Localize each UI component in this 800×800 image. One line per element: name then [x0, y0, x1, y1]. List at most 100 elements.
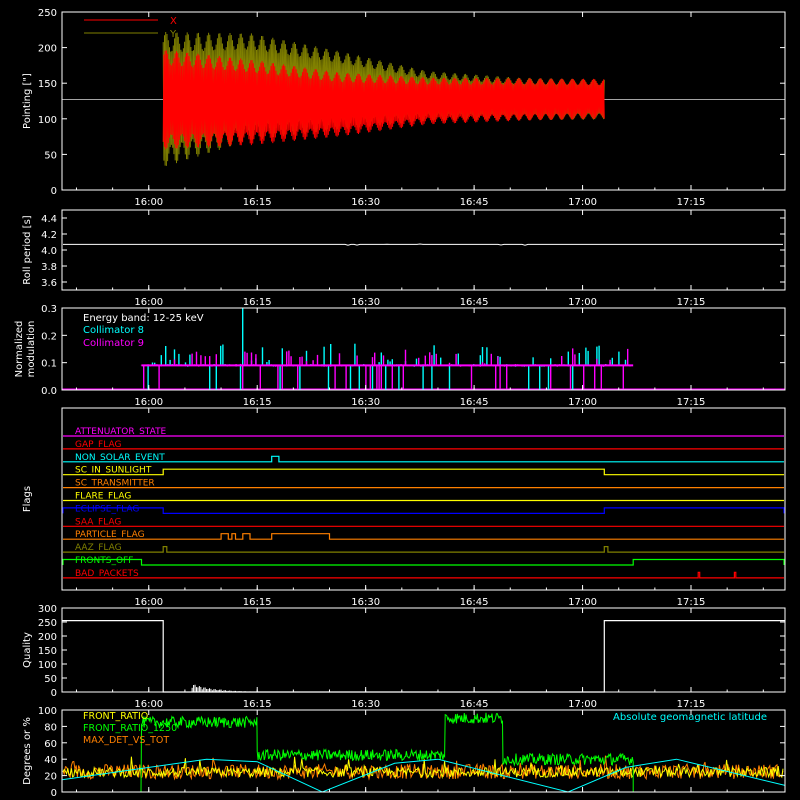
y-tick-label: 0 — [51, 788, 57, 799]
x-tick-label: 16:00 — [134, 597, 163, 608]
y-tick-label: 300 — [38, 604, 57, 615]
x-tick-label: 16:15 — [243, 197, 272, 208]
y-tick-label: 4.4 — [41, 214, 57, 225]
y-tick-label: 0 — [51, 688, 57, 699]
y-tick-label: 100 — [38, 706, 57, 717]
y-axis-label: Flags — [22, 486, 33, 512]
y-tick-label: 50 — [44, 150, 57, 161]
x-tick-label: 17:15 — [677, 297, 706, 308]
y-tick-label: 150 — [38, 646, 57, 657]
pointing-panel: XY 16:00 16:15 16:30 16:45 17:00 17:15 0 50 100 15… — [22, 8, 786, 208]
x-tick-label: 16:30 — [351, 397, 380, 408]
y-axis-label: Quality — [22, 632, 33, 668]
flag-label: SC_TRANSMITTER — [75, 479, 155, 489]
x-tick-label: 16:30 — [351, 297, 380, 308]
flag-trace-particle_flag — [63, 533, 784, 540]
y-axis-label: Degrees or % — [22, 717, 33, 785]
x-tick-label: 16:45 — [460, 197, 489, 208]
y-tick-label: 100 — [38, 660, 57, 671]
legend-label: FRONT_RATIO — [83, 711, 148, 722]
collimator-8-bars — [140, 308, 633, 390]
x-tick-label: 16:00 — [134, 297, 163, 308]
flag-trace-fronts_off — [62, 558, 785, 566]
flags-panel: ATTENUATOR_STATE GAP_FLAG NON_SOLAR_EVENT S… — [22, 407, 786, 608]
x-tick-label: 16:45 — [460, 699, 489, 710]
latitude-annotation: Absolute geomagnetic latitude — [613, 712, 767, 723]
x-tick-label: 16:15 — [243, 397, 272, 408]
flag-label: FRONTS_OFF — [75, 556, 133, 566]
quality-panel: 16:00 16:15 16:30 16:45 17:00 17:15 0 50 100 150 2… — [22, 604, 786, 710]
flag-label: ATTENUATOR_STATE — [75, 427, 167, 437]
x-tick-label: 16:45 — [460, 597, 489, 608]
legend-label: Y — [169, 29, 177, 40]
x-tick-label: 17:00 — [568, 597, 597, 608]
y-tick-label: 200 — [38, 632, 57, 643]
flag-trace-sc_in_sunlight — [63, 468, 784, 476]
legend-label: Collimator 9 — [83, 338, 144, 349]
y-tick-label: 0.3 — [41, 304, 57, 315]
y-tick-label: 250 — [38, 8, 57, 19]
legend-label: Collimator 8 — [83, 325, 144, 336]
y-axis-label: Normalized — [14, 321, 25, 378]
modulation-panel: Energy band: 12-25 keVCollimator 8 Collim… — [14, 304, 786, 408]
flag-trace-non_solar_event — [63, 455, 784, 463]
x-tick-label: 17:00 — [568, 699, 597, 710]
y-tick-label: 250 — [38, 618, 57, 629]
y-tick-label: 0 — [51, 186, 57, 197]
flag-trace-aaz_flag — [63, 546, 784, 553]
quality-line — [62, 620, 785, 693]
hessi-observing-summary: XY 16:00 16:15 16:30 16:45 17:00 17:15 0 50 100 15… — [14, 8, 786, 800]
y-tick-label: 4.2 — [41, 230, 57, 241]
flag-label: BAD_PACKETS — [75, 569, 139, 579]
y-tick-label: 150 — [38, 79, 57, 90]
x-tick-label: 16:45 — [460, 297, 489, 308]
x-tick-label: 17:15 — [677, 397, 706, 408]
y-axis-label: Roll period [s] — [22, 215, 33, 284]
y-tick-label: 4.0 — [41, 246, 57, 257]
x-tick-label: 16:15 — [243, 699, 272, 710]
legend-label: X — [170, 16, 177, 27]
flag-label: SAA_FLAG — [75, 517, 121, 527]
panel-frame — [61, 407, 786, 591]
x-tick-label: 17:00 — [568, 397, 597, 408]
y-axis-label: Pointing ["] — [22, 73, 33, 129]
energy-band-annotation: Energy band: 12-25 keV — [83, 313, 204, 324]
flag-label: FLARE_FLAG — [75, 492, 131, 502]
y-tick-label: 3.6 — [41, 278, 57, 289]
flag-label: PARTICLE_FLAG — [75, 530, 145, 540]
legend-label: FRONT_RATIO_1250 — [83, 723, 177, 734]
panel-frame — [61, 209, 786, 291]
y-tick-label: 0.0 — [41, 386, 57, 397]
flag-trace-eclipse_flag — [62, 507, 785, 514]
y-tick-label: 20 — [44, 772, 57, 783]
ratios-panel: FRONT_RATIOFRONT_RATIO_1250MAX_DET_VS_TO… — [22, 706, 786, 800]
y-tick-label: 100 — [38, 115, 57, 126]
y-axis-label: modulation — [26, 321, 37, 378]
x-tick-label: 16:45 — [460, 397, 489, 408]
x-tick-label: 16:30 — [351, 699, 380, 710]
flag-label: NON_SOLAR_EVENT — [75, 453, 165, 463]
x-tick-label: 16:00 — [134, 699, 163, 710]
y-tick-label: 40 — [44, 755, 57, 766]
y-tick-label: 0.1 — [41, 359, 57, 370]
flag-trace-bad_packets — [63, 571, 784, 579]
flag-label: AAZ_FLAG — [75, 543, 122, 553]
y-tick-label: 0.2 — [41, 331, 57, 342]
collimator-9-bars — [140, 348, 633, 390]
x-tick-label: 16:15 — [243, 297, 272, 308]
y-tick-label: 200 — [38, 44, 57, 55]
x-tick-label: 17:00 — [568, 297, 597, 308]
x-tick-label: 17:00 — [568, 197, 597, 208]
roll-period-line — [63, 243, 783, 246]
legend-label: MAX_DET_VS_TOT — [83, 735, 169, 746]
y-tick-label: 3.8 — [41, 262, 57, 273]
y-tick-label: 60 — [44, 739, 57, 750]
y-tick-label: 50 — [44, 674, 57, 685]
x-tick-label: 16:00 — [134, 197, 163, 208]
roll-period-panel: 16:00 16:15 16:30 16:45 17:00 17:15 3.6 3.8 4.0 4… — [22, 209, 786, 308]
flag-label: SC_IN_SUNLIGHT — [75, 466, 152, 476]
flag-label: GAP_FLAG — [75, 440, 121, 450]
x-tick-label: 16:30 — [351, 197, 380, 208]
x-tick-label: 16:30 — [351, 597, 380, 608]
y-tick-label: 80 — [44, 722, 57, 733]
